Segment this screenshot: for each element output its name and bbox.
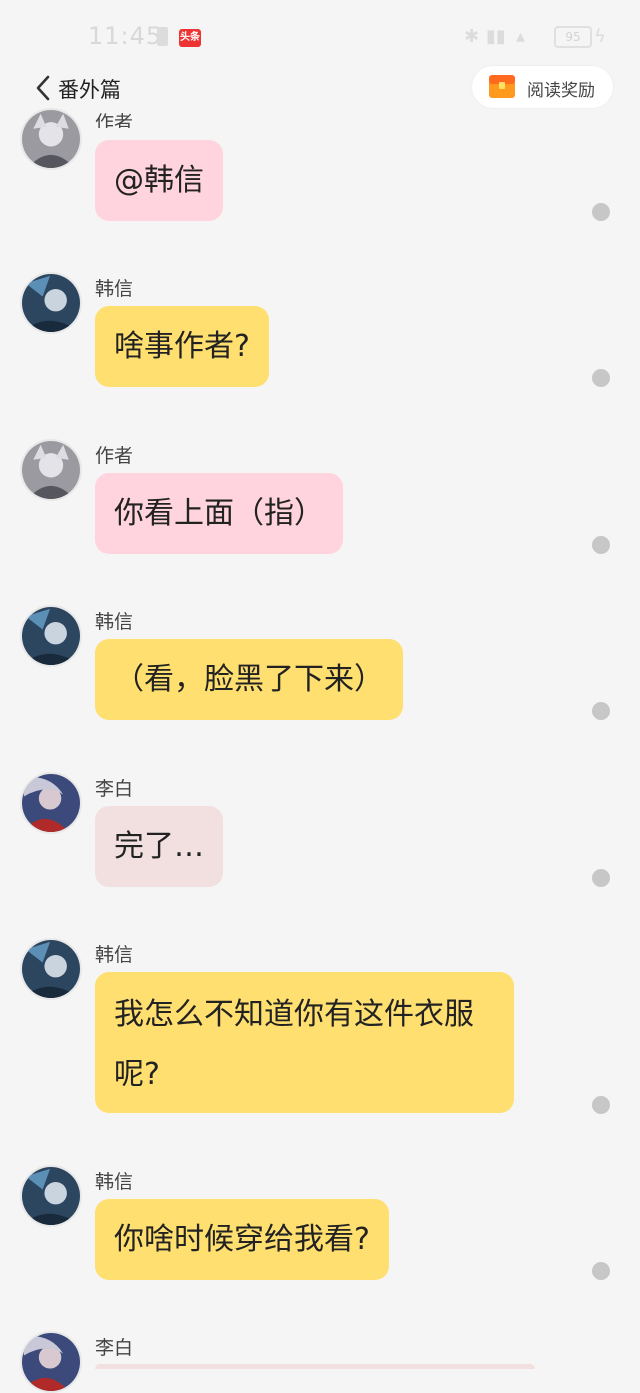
signal-icon: ▮▮ <box>486 26 506 47</box>
status-dot <box>592 536 610 554</box>
reading-reward-label: 阅读奖励 <box>527 81 595 101</box>
hanxin-avatar[interactable] <box>20 1165 82 1227</box>
status-bar: 11:45 头条 ✱ ▮▮ ▴ 95 ϟ <box>0 0 640 70</box>
hanxin-avatar[interactable] <box>20 272 82 334</box>
status-dot <box>592 203 610 221</box>
back-arrow-icon[interactable] <box>34 74 56 102</box>
hanxin-avatar[interactable] <box>20 605 82 667</box>
sender-name: 李白 <box>95 1337 134 1359</box>
sender-name: 韩信 <box>95 944 134 966</box>
message-bubble: 你啥时候穿给我看? <box>95 1199 389 1280</box>
bluetooth-icon: ✱ <box>464 26 480 47</box>
status-dot <box>592 1096 610 1114</box>
news-app-icon: 头条 <box>179 29 201 47</box>
message-bubble: （看，脸黑了下来） <box>95 639 403 720</box>
status-time: 11:45 <box>88 22 163 50</box>
wifi-icon: ▴ <box>516 26 526 47</box>
status-dot <box>592 369 610 387</box>
sender-name: 韩信 <box>95 278 134 300</box>
status-dot <box>592 869 610 887</box>
status-dot <box>592 1262 610 1280</box>
message-bubble: 我怎么不知道你有这件衣服呢? <box>95 972 514 1113</box>
libai-avatar[interactable] <box>20 772 82 834</box>
system-icons: ✱ ▮▮ ▴ 95 ϟ <box>464 24 614 50</box>
sender-name: 作者 <box>95 445 134 467</box>
header: 番外篇 阅读奖励 <box>0 64 640 114</box>
message-bubble: @韩信 <box>95 140 223 221</box>
sender-name: 韩信 <box>95 1171 134 1193</box>
page-title: 番外篇 <box>58 78 121 102</box>
sender-name: 李白 <box>95 778 134 800</box>
hanxin-avatar[interactable] <box>20 938 82 1000</box>
notification-icon <box>157 27 168 46</box>
author-avatar[interactable] <box>20 108 82 170</box>
battery-icon: 95 <box>554 26 592 48</box>
treasure-chest-icon <box>489 75 515 98</box>
message-bubble <box>95 1364 535 1369</box>
libai-avatar[interactable] <box>20 1331 82 1393</box>
status-dot <box>592 702 610 720</box>
sender-name: 作者 <box>95 112 134 128</box>
message-bubble: 完了… <box>95 806 223 887</box>
message-bubble: 你看上面（指） <box>95 473 343 554</box>
message-bubble: 啥事作者? <box>95 306 269 387</box>
reading-reward-button[interactable]: 阅读奖励 <box>472 66 613 108</box>
charging-icon: ϟ <box>594 26 606 47</box>
sender-name: 韩信 <box>95 611 134 633</box>
author-avatar[interactable] <box>20 439 82 501</box>
